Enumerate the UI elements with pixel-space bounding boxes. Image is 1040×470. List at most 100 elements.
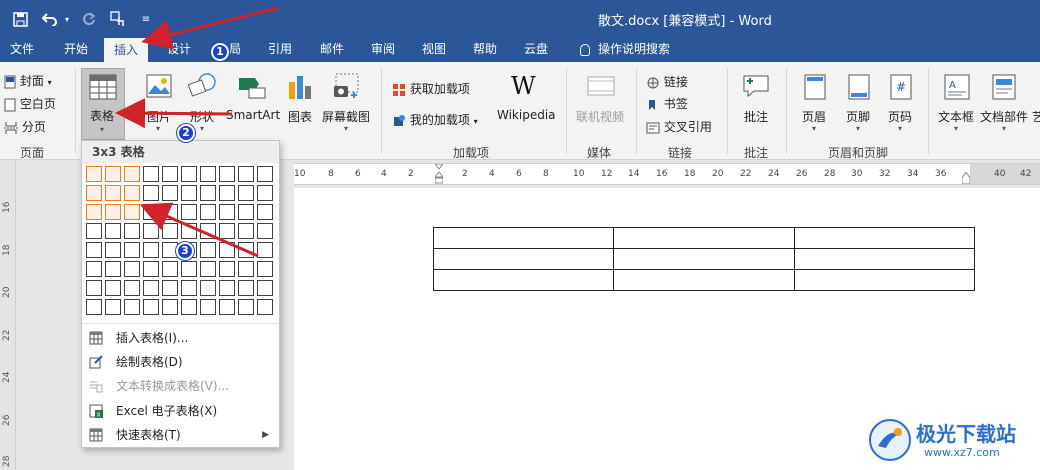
table-grid-cell[interactable] xyxy=(124,299,140,315)
table-grid-cell[interactable] xyxy=(238,280,254,296)
table-cell[interactable] xyxy=(432,227,615,249)
table-cell[interactable] xyxy=(613,227,795,249)
table-grid-cell[interactable] xyxy=(124,280,140,296)
table-grid-cell[interactable] xyxy=(200,280,216,296)
table-grid-cell[interactable] xyxy=(143,185,159,201)
table-grid-cell[interactable] xyxy=(105,261,121,277)
redo-icon[interactable] xyxy=(80,9,98,29)
table-grid-cell[interactable] xyxy=(86,280,102,296)
table-grid-cell[interactable] xyxy=(143,299,159,315)
tab-cloud[interactable]: 云盘 xyxy=(524,38,548,62)
table-grid-cell[interactable] xyxy=(181,204,197,220)
table-grid-cell[interactable] xyxy=(238,166,254,182)
table-grid-cell[interactable] xyxy=(162,261,178,277)
table-grid-cell[interactable] xyxy=(124,204,140,220)
table-grid-cell[interactable] xyxy=(162,185,178,201)
table-grid-cell[interactable] xyxy=(238,223,254,239)
table-grid-cell[interactable] xyxy=(219,261,235,277)
table-grid-cell[interactable] xyxy=(105,299,121,315)
table-grid-cell[interactable] xyxy=(86,223,102,239)
table-cell[interactable] xyxy=(613,269,795,291)
cross-reference-button[interactable]: 交叉引用 xyxy=(646,118,712,135)
table-cell[interactable] xyxy=(432,269,615,291)
table-grid-cell[interactable] xyxy=(124,242,140,258)
table-grid-cell[interactable] xyxy=(143,261,159,277)
tab-file[interactable]: 文件 xyxy=(10,38,34,62)
table-grid-cell[interactable] xyxy=(162,299,178,315)
save-icon[interactable] xyxy=(10,9,30,29)
table-grid-cell[interactable] xyxy=(238,185,254,201)
wordart-label[interactable]: 艺 xyxy=(1032,108,1040,125)
customize-qat-icon[interactable]: ≡ xyxy=(140,9,152,29)
document-table[interactable] xyxy=(432,227,976,291)
link-button[interactable]: 链接 xyxy=(646,73,688,90)
draw-table-menu-item[interactable]: 绘制表格(D) xyxy=(82,350,279,374)
table-grid-cell[interactable] xyxy=(124,223,140,239)
table-grid-cell[interactable] xyxy=(257,261,273,277)
table-grid-cell[interactable] xyxy=(257,299,273,315)
table-grid-cell[interactable] xyxy=(124,166,140,182)
table-grid-cell[interactable] xyxy=(257,204,273,220)
table-grid-cell[interactable] xyxy=(181,299,197,315)
table-grid-cell[interactable] xyxy=(219,185,235,201)
table-grid-cell[interactable] xyxy=(238,204,254,220)
table-grid-cell[interactable] xyxy=(219,280,235,296)
table-grid-cell[interactable] xyxy=(257,185,273,201)
table-grid-cell[interactable] xyxy=(86,261,102,277)
table-grid-cell[interactable] xyxy=(143,280,159,296)
table-grid-cell[interactable] xyxy=(238,261,254,277)
table-grid-cell[interactable] xyxy=(143,204,159,220)
get-addins-button[interactable]: 获取加载项 xyxy=(392,80,470,97)
table-grid-cell[interactable] xyxy=(200,204,216,220)
bookmark-button[interactable]: 书签 xyxy=(646,95,688,112)
quick-parts-button[interactable]: 文档部件 ▾ xyxy=(980,68,1030,140)
table-grid-cell[interactable] xyxy=(105,223,121,239)
tab-help[interactable]: 帮助 xyxy=(473,38,497,62)
tab-insert[interactable]: 插入 xyxy=(104,38,149,62)
table-grid-cell[interactable] xyxy=(219,223,235,239)
table-cell[interactable] xyxy=(793,248,976,270)
table-grid-cell[interactable] xyxy=(143,223,159,239)
table-grid-cell[interactable] xyxy=(162,223,178,239)
table-grid-cell[interactable] xyxy=(86,166,102,182)
table-grid-cell[interactable] xyxy=(257,280,273,296)
touch-mode-icon[interactable] xyxy=(108,9,128,29)
screenshot-button[interactable]: 屏幕截图 ▾ xyxy=(320,68,374,140)
table-grid-cell[interactable] xyxy=(219,204,235,220)
wikipedia-button[interactable]: W Wikipedia xyxy=(497,68,557,140)
table-grid-cell[interactable] xyxy=(257,242,273,258)
table-grid-cell[interactable] xyxy=(86,185,102,201)
table-grid-cell[interactable] xyxy=(105,242,121,258)
tab-review[interactable]: 审阅 xyxy=(371,38,395,62)
chart-button[interactable]: 图表 xyxy=(284,68,316,140)
comment-button[interactable]: 批注 xyxy=(736,68,776,140)
table-grid-cell[interactable] xyxy=(181,185,197,201)
table-grid-cell[interactable] xyxy=(219,242,235,258)
table-grid-cell[interactable] xyxy=(200,185,216,201)
indent-marker[interactable] xyxy=(433,163,445,184)
tab-view[interactable]: 视图 xyxy=(422,38,446,62)
excel-spreadsheet-menu-item[interactable]: x Excel 电子表格(X) xyxy=(82,399,279,423)
undo-dropdown-icon[interactable]: ▾ xyxy=(62,9,72,29)
table-grid-cell[interactable] xyxy=(86,299,102,315)
table-grid-cell[interactable] xyxy=(162,280,178,296)
tab-home[interactable]: 开始 xyxy=(64,38,88,62)
online-video-button[interactable]: 联机视频 xyxy=(574,68,628,140)
table-grid-cell[interactable] xyxy=(162,204,178,220)
table-grid-cell[interactable] xyxy=(181,166,197,182)
table-cell[interactable] xyxy=(793,227,976,249)
smartart-button[interactable]: SmartArt xyxy=(224,68,280,140)
page-number-button[interactable]: # 页码 ▾ xyxy=(882,68,922,140)
table-grid-cell[interactable] xyxy=(162,166,178,182)
page-break-button[interactable]: 分页 xyxy=(4,118,46,135)
table-grid-cell[interactable] xyxy=(86,204,102,220)
cover-page-button[interactable]: 封面 ▾ xyxy=(4,72,52,89)
table-grid-cell[interactable] xyxy=(143,166,159,182)
textbox-button[interactable]: A 文本框 ▾ xyxy=(936,68,980,140)
tab-design[interactable]: 设计 xyxy=(167,38,191,62)
table-grid-cell[interactable] xyxy=(200,261,216,277)
table-cell[interactable] xyxy=(432,248,615,270)
table-grid-cell[interactable] xyxy=(86,242,102,258)
footer-button[interactable]: 页脚 ▾ xyxy=(840,68,880,140)
table-grid-cell[interactable] xyxy=(124,185,140,201)
